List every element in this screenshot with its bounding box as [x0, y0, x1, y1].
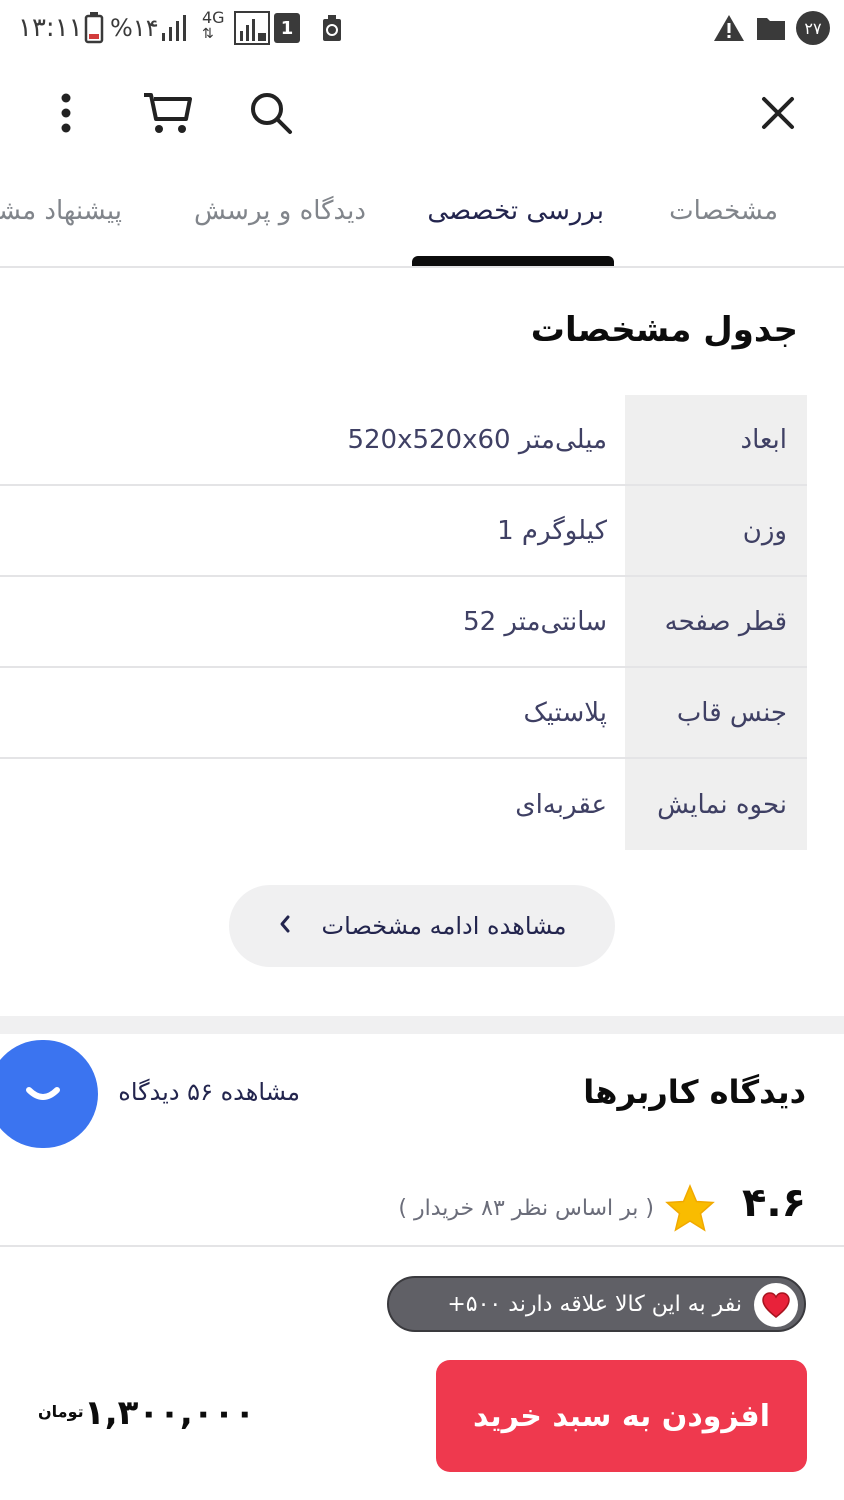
rating-value: ۴.۶	[741, 1180, 806, 1226]
signal-icon	[160, 10, 194, 46]
smile-icon	[26, 1087, 60, 1100]
more-specs-button[interactable]: مشاهده ادامه مشخصات	[229, 885, 615, 967]
active-tab-indicator	[412, 256, 614, 266]
spec-key: جنس قاب	[625, 668, 807, 757]
spec-key: نحوه نمایش	[625, 759, 807, 850]
currency-label: تومان	[38, 1402, 84, 1421]
notification-count-label: ۲۷	[796, 11, 830, 45]
close-button[interactable]	[743, 78, 813, 148]
reviews-title: دیدگاه کاربرها	[583, 1073, 806, 1111]
status-time: ۱۳:۱۱	[18, 13, 83, 43]
tab-expert-review[interactable]: بررسی تخصصی	[427, 196, 604, 226]
cart-button[interactable]	[132, 78, 202, 148]
interest-badge: +۵۰۰ نفر به این کالا علاقه دارند	[387, 1276, 806, 1332]
chevron-left-icon	[278, 912, 292, 940]
spec-value: 1 کیلوگرم	[497, 515, 607, 546]
table-row: جنس قاب پلاستیک	[0, 668, 807, 759]
rating-caption: ( بر اساس نظر ۸۳ خریدار )	[398, 1196, 654, 1221]
more-vertical-icon	[61, 93, 71, 133]
chat-support-button[interactable]	[0, 1040, 98, 1148]
tab-similar-suggestions[interactable]: پیشنهاد مشابه	[0, 196, 122, 226]
network-type: 4G ⇅	[202, 10, 225, 46]
spec-key: وزن	[625, 486, 807, 575]
spec-key: قطر صفحه	[625, 577, 807, 666]
heart-icon	[754, 1283, 798, 1327]
price: ۱,۳۰۰,۰۰۰	[84, 1393, 256, 1433]
star-icon	[665, 1184, 715, 1232]
more-specs-label: مشاهده ادامه مشخصات	[321, 912, 567, 940]
interest-text: +۵۰۰ نفر به این کالا علاقه دارند	[447, 1291, 742, 1317]
sim-badge-label: 1	[274, 13, 300, 43]
spec-table: ابعاد 520x520x60 میلی‌متر وزن 1 کیلوگرم …	[0, 395, 807, 850]
tab-bar: مشخصات بررسی تخصصی دیدگاه و پرسش پیشنهاد…	[0, 170, 844, 268]
tab-specifications[interactable]: مشخصات	[669, 196, 778, 226]
search-button[interactable]	[236, 78, 306, 148]
add-to-cart-button[interactable]: افزودن به سبد خرید	[436, 1360, 807, 1472]
table-row: وزن 1 کیلوگرم	[0, 486, 807, 577]
close-icon	[762, 97, 794, 129]
signal-box-icon	[234, 10, 270, 46]
more-options-button[interactable]	[31, 78, 101, 148]
spec-value: پلاستیک	[523, 697, 608, 728]
spec-value: 52 سانتی‌متر	[463, 606, 607, 637]
spec-value: عقربه‌ای	[515, 789, 607, 820]
sim-badge: 1	[274, 10, 300, 46]
status-bar: ۱۳:۱۱ %۱۴ 4G ⇅ 1 ۲۷	[0, 0, 844, 56]
table-row: نحوه نمایش عقربه‌ای	[0, 759, 807, 850]
battery-icon	[84, 10, 104, 46]
recycle-icon	[320, 10, 344, 46]
battery-percent: %۱۴	[110, 14, 159, 42]
notification-count: ۲۷	[796, 10, 830, 46]
section-divider	[0, 1016, 844, 1034]
tab-comments-questions[interactable]: دیدگاه و پرسش	[194, 196, 366, 226]
warning-icon	[712, 10, 746, 46]
table-row: قطر صفحه 52 سانتی‌متر	[0, 577, 807, 668]
top-toolbar	[0, 64, 844, 164]
spec-key: ابعاد	[625, 395, 807, 484]
table-row: ابعاد 520x520x60 میلی‌متر	[0, 395, 807, 486]
specs-title: جدول مشخصات	[530, 310, 798, 350]
rating-divider	[0, 1245, 844, 1247]
spec-value: 520x520x60 میلی‌متر	[347, 424, 607, 455]
cart-icon	[144, 93, 192, 133]
view-reviews-link[interactable]: مشاهده ۵۶ دیدگاه	[118, 1078, 300, 1106]
folder-icon	[756, 10, 786, 46]
data-arrows-icon: ⇅	[202, 26, 214, 42]
network-label: 4G	[202, 8, 225, 27]
search-icon	[251, 93, 292, 134]
